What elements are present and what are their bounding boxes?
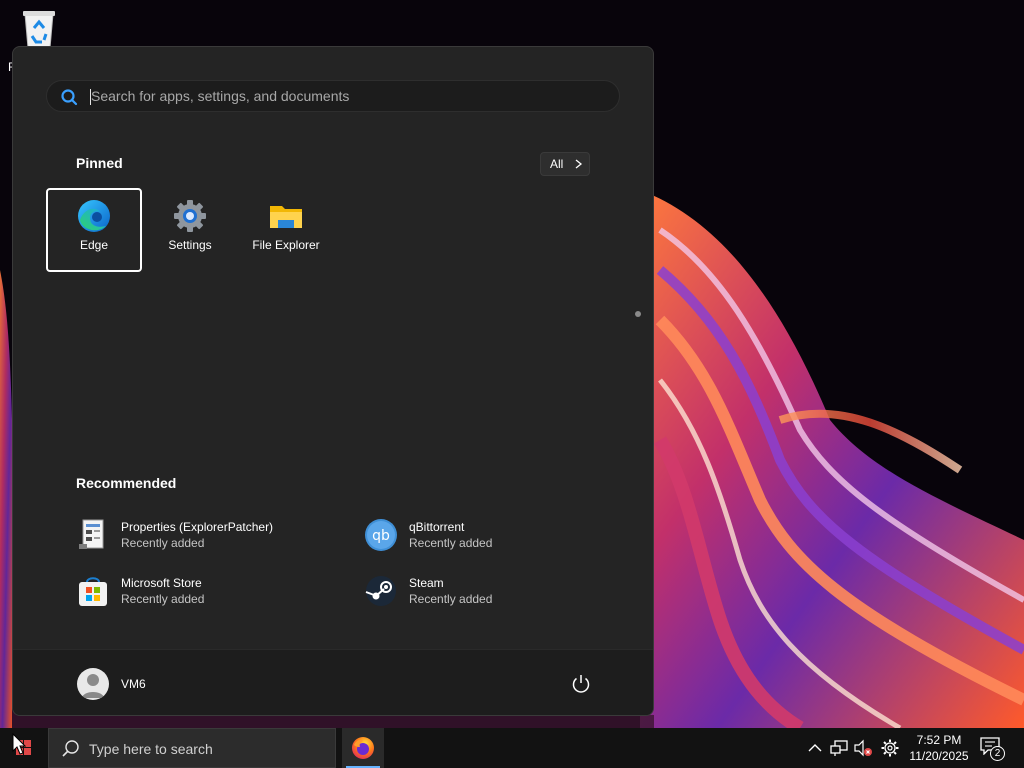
pinned-app-label: File Explorer [252,238,320,252]
recommended-item-name: qBittorrent [409,520,465,534]
recommended-item-subtitle: Recently added [121,592,205,606]
store-icon [79,577,107,606]
power-icon[interactable] [569,672,593,696]
network-icon[interactable] [829,738,849,758]
start-menu-footer: VM6 [13,649,653,715]
taskbar-app-firefox[interactable] [342,728,384,768]
steam-icon [365,576,396,606]
settings-gear-icon [174,200,206,232]
start-menu: Pinned All Edge [12,46,654,716]
recommended-item-steam[interactable]: Steam Recently added [364,572,624,612]
start-search-box[interactable] [46,80,620,112]
settings-gear-icon[interactable] [880,738,900,758]
recommended-item-subtitle: Recently added [409,592,493,606]
start-search-input[interactable] [91,81,591,111]
taskbar-search-placeholder: Type here to search [89,741,213,757]
recommended-item-name: Steam [409,576,444,590]
notification-center-button[interactable]: 2 [980,737,1006,761]
user-avatar[interactable] [77,668,109,700]
taskbar: Type here to search 7:52 PM 11/20/2025 2 [0,728,1024,768]
folder-icon [270,206,302,228]
user-icon [82,674,104,698]
recycle-bin-icon [23,11,55,49]
user-name: VM6 [121,677,146,691]
notification-count-badge: 2 [990,746,1005,761]
firefox-icon [352,737,374,759]
chevron-right-icon [575,159,583,169]
pinned-app-label: Edge [79,238,109,252]
pinned-app-label: Settings [168,238,212,252]
all-apps-label: All [550,157,564,171]
recommended-item-subtitle: Recently added [121,536,205,550]
pinned-app-edge[interactable]: Edge [46,188,142,272]
taskbar-search-box[interactable]: Type here to search [48,728,336,768]
clock-date: 11/20/2025 [909,749,969,763]
pinned-app-file-explorer[interactable]: File Explorer [238,188,334,272]
volume-muted-icon[interactable] [853,738,873,758]
taskbar-clock[interactable]: 7:52 PM 11/20/2025 [906,732,972,764]
recommended-item-name: Properties (ExplorerPatcher) [121,520,274,534]
recommended-section-title: Recommended [76,475,177,491]
chevron-up-icon[interactable] [805,738,825,758]
qbittorrent-icon: qb [365,519,397,551]
recommended-item-subtitle: Recently added [409,536,493,550]
clock-time: 7:52 PM [916,733,962,747]
pinned-page-indicator[interactable] [635,311,641,317]
all-apps-button[interactable]: All [540,152,590,176]
recommended-item-qbittorrent[interactable]: qb qBittorrent Recently added [364,516,624,556]
pinned-section-title: Pinned [76,155,123,171]
recommended-item-properties[interactable]: Properties (ExplorerPatcher) Recently ad… [76,516,336,556]
search-icon [62,740,79,757]
pinned-app-settings[interactable]: Settings [142,188,238,272]
recommended-item-microsoft-store[interactable]: Microsoft Store Recently added [76,572,336,612]
recommended-item-name: Microsoft Store [121,576,202,590]
mouse-cursor-icon [12,733,26,755]
edge-icon [78,200,110,232]
properties-icon [79,519,104,549]
search-icon [61,89,78,106]
svg-text:qb: qb [372,528,390,544]
